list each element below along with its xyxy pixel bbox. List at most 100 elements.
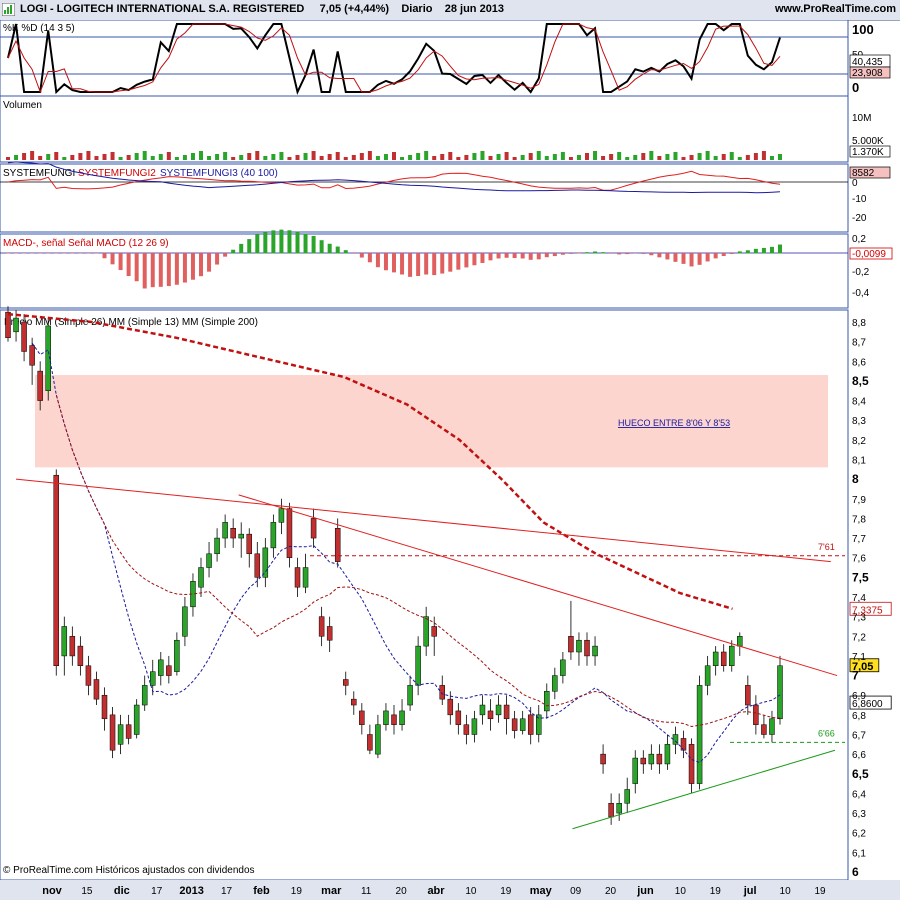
macd-bar <box>689 253 694 267</box>
candle-body <box>69 636 76 657</box>
macd-bar <box>761 247 766 254</box>
volume-bar <box>496 154 501 160</box>
volume-bar <box>38 156 43 160</box>
volume-bar <box>528 153 533 160</box>
site-link[interactable]: www.ProRealTime.com <box>775 3 896 15</box>
x-axis-label: mar <box>321 885 342 897</box>
volume-bar <box>383 154 388 160</box>
copyright-footer: © ProRealTime.com Históricos ajustados c… <box>3 865 255 876</box>
macd-bar <box>158 253 163 287</box>
x-axis-label: 15 <box>81 886 93 897</box>
macd-bar <box>641 253 646 254</box>
date-label: 28 jun 2013 <box>444 3 505 15</box>
candle-body <box>334 528 341 562</box>
candle-body <box>391 714 397 725</box>
macd-bar <box>745 250 750 254</box>
candle-body <box>101 694 108 720</box>
volume-bar <box>593 151 598 160</box>
chart-canvas: %K %D (14 3 5) 100 50 40,435 23,908 0 Vo… <box>0 20 900 900</box>
macd-bar <box>697 253 702 265</box>
macd-bar <box>496 253 501 259</box>
stoch-tick-0: 0 <box>852 80 859 95</box>
volume-bar <box>769 156 774 160</box>
volume-bar <box>367 151 372 160</box>
macd-bar <box>102 253 107 259</box>
volume-bar <box>14 155 19 160</box>
macd-bar <box>110 253 115 265</box>
x-axis-label: 2013 <box>179 885 203 897</box>
macd-bar <box>504 253 509 258</box>
macd-bar <box>207 253 212 272</box>
volume-bar <box>665 154 670 160</box>
candle-body <box>158 659 164 676</box>
volume-bar <box>207 156 212 160</box>
volume-bar <box>673 152 678 160</box>
candle-body <box>13 317 19 333</box>
price-tick: 7,1 <box>852 652 866 663</box>
volume-bar <box>408 155 413 160</box>
candle-body <box>166 665 172 676</box>
macd-bar <box>488 253 493 261</box>
macd-bar <box>295 231 300 254</box>
candle-body <box>737 636 743 647</box>
candle-body <box>37 370 43 401</box>
x-axis-label: dic <box>114 885 130 897</box>
candle-body <box>375 724 381 755</box>
candle-body <box>431 626 437 637</box>
macd-bar <box>263 232 268 254</box>
macd-bar <box>681 253 686 264</box>
volume-tick-10m: 10M <box>852 113 871 124</box>
macd-bar <box>311 235 316 254</box>
x-axis-label: 10 <box>465 886 477 897</box>
price-tick: 8,1 <box>852 456 866 467</box>
volume-bar <box>721 154 726 160</box>
macd-bar <box>713 253 718 259</box>
volume-bar <box>560 152 565 160</box>
macd-bar <box>279 229 284 254</box>
volume-bar <box>778 154 782 160</box>
x-axis-label: may <box>530 885 553 897</box>
volume-bar <box>86 151 91 160</box>
volume-bar <box>343 157 348 160</box>
macd-bar <box>721 253 726 256</box>
price-tick: 6 <box>852 865 859 879</box>
symbol-name: LOGI - LOGITECH INTERNATIONAL S.A. REGIS… <box>20 3 305 15</box>
volume-bar <box>544 156 549 160</box>
stoch-tick-100: 100 <box>852 22 874 37</box>
macd-bar <box>215 253 220 265</box>
price-tick: 6,3 <box>852 809 866 820</box>
price-tick: 7,4 <box>852 593 866 604</box>
volume-bar <box>126 155 131 160</box>
macd-last-value: -0,0099 <box>852 249 886 260</box>
candle-body <box>479 704 486 716</box>
volume-bar <box>255 151 260 160</box>
candle-body <box>576 639 582 653</box>
candle-body <box>359 710 365 725</box>
candle-body <box>753 704 759 725</box>
candle-body <box>85 665 92 686</box>
candle-body <box>592 645 598 657</box>
x-axis-label: 17 <box>221 886 233 897</box>
volume-bar <box>22 153 27 160</box>
volume-bar <box>488 156 493 160</box>
macd-tick-minus0-2: -0,2 <box>852 267 870 278</box>
volume-bar <box>512 157 517 160</box>
stoch-k-value: 40,435 <box>852 57 883 68</box>
macd-bar <box>303 233 308 254</box>
chart-logo-icon <box>2 3 15 16</box>
candle-body <box>729 645 735 666</box>
macd-bar <box>480 253 485 263</box>
macd-bar <box>86 253 91 254</box>
macd-bar <box>126 253 131 277</box>
candle-body <box>560 659 566 676</box>
macd-bar <box>190 253 195 280</box>
macd-bar <box>729 253 734 254</box>
volume-bar <box>215 154 220 160</box>
volume-panel: Volumen 10M 5.000K 1.370K <box>0 95 891 163</box>
price-tick: 6,2 <box>852 829 866 840</box>
macd-bar <box>392 253 396 273</box>
macd-bar <box>560 253 565 255</box>
volume-bar <box>568 157 573 160</box>
x-axis-label: 11 <box>361 886 372 897</box>
candle-body <box>511 718 518 731</box>
